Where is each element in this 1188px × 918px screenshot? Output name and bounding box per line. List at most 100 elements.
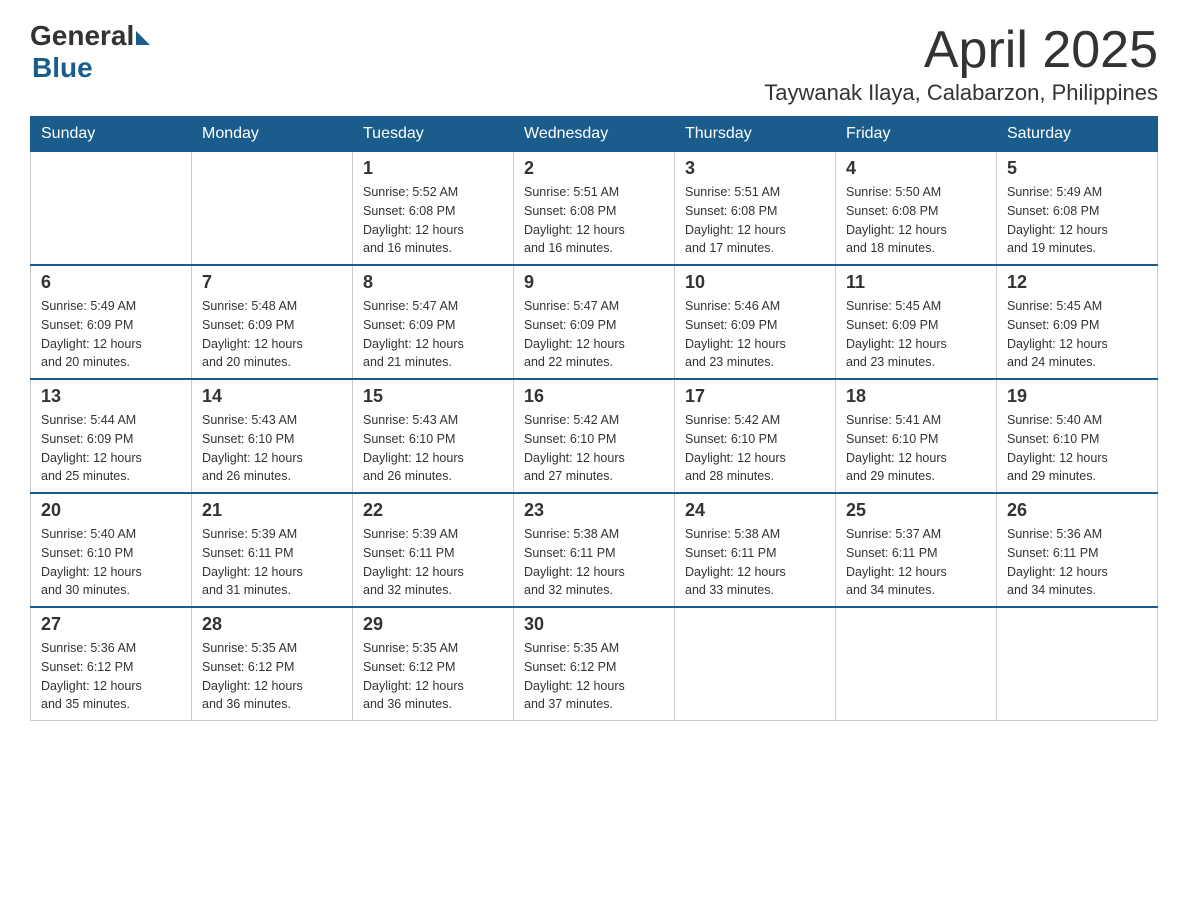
logo-general-text: General [30, 20, 134, 52]
day-number: 3 [685, 158, 825, 179]
calendar-cell: 26Sunrise: 5:36 AM Sunset: 6:11 PM Dayli… [997, 493, 1158, 607]
calendar-cell: 16 Sunrise: 5:42 AM Sunset: 6:10 PM Dayli… [514, 379, 675, 493]
day-number: 12 [1007, 272, 1147, 293]
day-number: 11 [846, 272, 986, 293]
month-title: April 2025 [764, 20, 1158, 80]
day-info: Sunrise: 5:35 AM Sunset: 6:12 PM Dayligh… [363, 639, 503, 714]
calendar-cell [192, 152, 353, 266]
calendar-cell: 29 Sunrise: 5:35 AM Sunset: 6:12 PM Dayli… [353, 607, 514, 721]
day-info: Sunrise: 5:44 AM Sunset: 6:09 PM Dayligh… [41, 411, 181, 486]
calendar-cell: 10Sunrise: 5:46 AM Sunset: 6:09 PM Dayli… [675, 265, 836, 379]
calendar-cell: 6 Sunrise: 5:49 AM Sunset: 6:09 PM Daylig… [31, 265, 192, 379]
day-number: 5 [1007, 158, 1147, 179]
calendar-header-row: SundayMondayTuesdayWednesdayThursdayFrid… [31, 117, 1158, 152]
day-info: Sunrise: 5:42 AM Sunset: 6:10 PM Dayligh… [685, 411, 825, 486]
calendar-cell: 14Sunrise: 5:43 AM Sunset: 6:10 PM Dayli… [192, 379, 353, 493]
weekday-header-saturday: Saturday [997, 117, 1158, 152]
calendar-cell [836, 607, 997, 721]
calendar-cell: 11 Sunrise: 5:45 AM Sunset: 6:09 PM Dayli… [836, 265, 997, 379]
calendar-cell: 4 Sunrise: 5:50 AM Sunset: 6:08 PM Daylig… [836, 152, 997, 266]
weekday-header-thursday: Thursday [675, 117, 836, 152]
day-info: Sunrise: 5:35 AM Sunset: 6:12 PM Dayligh… [202, 639, 342, 714]
day-number: 27 [41, 614, 181, 635]
calendar-cell: 30Sunrise: 5:35 AM Sunset: 6:12 PM Dayli… [514, 607, 675, 721]
calendar-cell: 21Sunrise: 5:39 AM Sunset: 6:11 PM Dayli… [192, 493, 353, 607]
day-info: Sunrise: 5:50 AM Sunset: 6:08 PM Dayligh… [846, 183, 986, 258]
calendar-week-row: 13 Sunrise: 5:44 AM Sunset: 6:09 PM Dayli… [31, 379, 1158, 493]
day-info: Sunrise: 5:46 AM Sunset: 6:09 PM Dayligh… [685, 297, 825, 372]
day-info: Sunrise: 5:48 AM Sunset: 6:09 PM Dayligh… [202, 297, 342, 372]
calendar-cell: 24 Sunrise: 5:38 AM Sunset: 6:11 PM Dayli… [675, 493, 836, 607]
day-number: 19 [1007, 386, 1147, 407]
calendar-cell: 5 Sunrise: 5:49 AM Sunset: 6:08 PM Daylig… [997, 152, 1158, 266]
day-number: 14 [202, 386, 342, 407]
calendar-cell: 20 Sunrise: 5:40 AM Sunset: 6:10 PM Dayli… [31, 493, 192, 607]
location-subtitle: Taywanak Ilaya, Calabarzon, Philippines [764, 80, 1158, 106]
day-info: Sunrise: 5:37 AM Sunset: 6:11 PM Dayligh… [846, 525, 986, 600]
day-number: 22 [363, 500, 503, 521]
calendar-cell: 13 Sunrise: 5:44 AM Sunset: 6:09 PM Dayli… [31, 379, 192, 493]
calendar-cell: 15Sunrise: 5:43 AM Sunset: 6:10 PM Dayli… [353, 379, 514, 493]
calendar-cell [675, 607, 836, 721]
day-info: Sunrise: 5:49 AM Sunset: 6:09 PM Dayligh… [41, 297, 181, 372]
logo-arrow-icon [136, 31, 150, 45]
day-number: 13 [41, 386, 181, 407]
calendar-cell: 3 Sunrise: 5:51 AM Sunset: 6:08 PM Daylig… [675, 152, 836, 266]
day-number: 25 [846, 500, 986, 521]
day-number: 4 [846, 158, 986, 179]
day-info: Sunrise: 5:45 AM Sunset: 6:09 PM Dayligh… [846, 297, 986, 372]
calendar-cell: 19 Sunrise: 5:40 AM Sunset: 6:10 PM Dayli… [997, 379, 1158, 493]
weekday-header-tuesday: Tuesday [353, 117, 514, 152]
calendar-table: SundayMondayTuesdayWednesdayThursdayFrid… [30, 116, 1158, 721]
day-info: Sunrise: 5:39 AM Sunset: 6:11 PM Dayligh… [363, 525, 503, 600]
day-info: Sunrise: 5:51 AM Sunset: 6:08 PM Dayligh… [685, 183, 825, 258]
weekday-header-friday: Friday [836, 117, 997, 152]
day-info: Sunrise: 5:51 AM Sunset: 6:08 PM Dayligh… [524, 183, 664, 258]
weekday-header-wednesday: Wednesday [514, 117, 675, 152]
day-number: 28 [202, 614, 342, 635]
day-number: 21 [202, 500, 342, 521]
calendar-cell: 27Sunrise: 5:36 AM Sunset: 6:12 PM Dayli… [31, 607, 192, 721]
calendar-week-row: 20 Sunrise: 5:40 AM Sunset: 6:10 PM Dayli… [31, 493, 1158, 607]
calendar-cell: 1Sunrise: 5:52 AM Sunset: 6:08 PM Daylig… [353, 152, 514, 266]
weekday-header-monday: Monday [192, 117, 353, 152]
calendar-cell: 18Sunrise: 5:41 AM Sunset: 6:10 PM Dayli… [836, 379, 997, 493]
calendar-cell: 12 Sunrise: 5:45 AM Sunset: 6:09 PM Dayli… [997, 265, 1158, 379]
day-info: Sunrise: 5:42 AM Sunset: 6:10 PM Dayligh… [524, 411, 664, 486]
calendar-cell [31, 152, 192, 266]
day-number: 7 [202, 272, 342, 293]
day-number: 20 [41, 500, 181, 521]
calendar-cell: 7 Sunrise: 5:48 AM Sunset: 6:09 PM Daylig… [192, 265, 353, 379]
day-number: 1 [363, 158, 503, 179]
day-info: Sunrise: 5:36 AM Sunset: 6:11 PM Dayligh… [1007, 525, 1147, 600]
day-info: Sunrise: 5:38 AM Sunset: 6:11 PM Dayligh… [685, 525, 825, 600]
day-info: Sunrise: 5:49 AM Sunset: 6:08 PM Dayligh… [1007, 183, 1147, 258]
day-info: Sunrise: 5:40 AM Sunset: 6:10 PM Dayligh… [1007, 411, 1147, 486]
day-number: 18 [846, 386, 986, 407]
day-number: 17 [685, 386, 825, 407]
day-number: 2 [524, 158, 664, 179]
day-info: Sunrise: 5:47 AM Sunset: 6:09 PM Dayligh… [363, 297, 503, 372]
day-info: Sunrise: 5:45 AM Sunset: 6:09 PM Dayligh… [1007, 297, 1147, 372]
page-header: General Blue April 2025 Taywanak Ilaya, … [30, 20, 1158, 106]
day-number: 9 [524, 272, 664, 293]
day-info: Sunrise: 5:38 AM Sunset: 6:11 PM Dayligh… [524, 525, 664, 600]
day-info: Sunrise: 5:35 AM Sunset: 6:12 PM Dayligh… [524, 639, 664, 714]
day-info: Sunrise: 5:40 AM Sunset: 6:10 PM Dayligh… [41, 525, 181, 600]
title-section: April 2025 Taywanak Ilaya, Calabarzon, P… [764, 20, 1158, 106]
day-info: Sunrise: 5:47 AM Sunset: 6:09 PM Dayligh… [524, 297, 664, 372]
day-number: 6 [41, 272, 181, 293]
logo-blue-text: Blue [32, 52, 93, 84]
weekday-header-sunday: Sunday [31, 117, 192, 152]
day-number: 8 [363, 272, 503, 293]
calendar-cell: 25 Sunrise: 5:37 AM Sunset: 6:11 PM Dayli… [836, 493, 997, 607]
calendar-cell: 17 Sunrise: 5:42 AM Sunset: 6:10 PM Dayli… [675, 379, 836, 493]
calendar-cell: 8 Sunrise: 5:47 AM Sunset: 6:09 PM Daylig… [353, 265, 514, 379]
day-number: 24 [685, 500, 825, 521]
day-number: 23 [524, 500, 664, 521]
day-number: 16 [524, 386, 664, 407]
calendar-cell: 9 Sunrise: 5:47 AM Sunset: 6:09 PM Daylig… [514, 265, 675, 379]
calendar-week-row: 1Sunrise: 5:52 AM Sunset: 6:08 PM Daylig… [31, 152, 1158, 266]
day-number: 29 [363, 614, 503, 635]
day-number: 15 [363, 386, 503, 407]
